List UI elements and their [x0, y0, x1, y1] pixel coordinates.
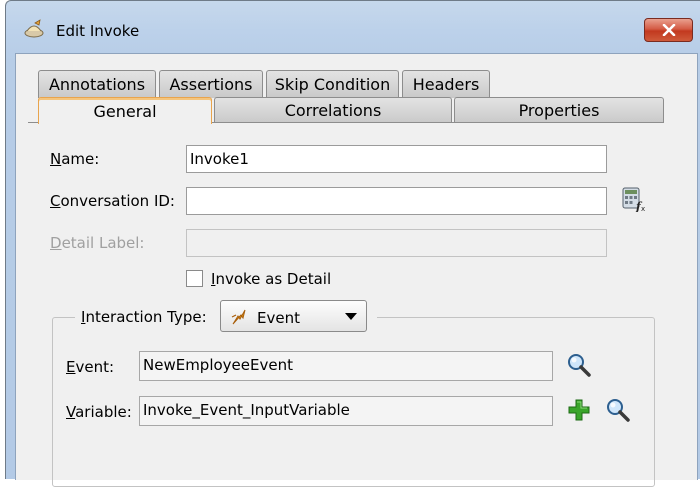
close-x-icon [662, 24, 675, 36]
tab-label: Annotations [48, 75, 146, 94]
detail-label-field [186, 229, 607, 257]
tab-label: Properties [518, 101, 600, 120]
variable-label: Variable: [66, 403, 132, 421]
tab-properties[interactable]: Properties [454, 97, 664, 123]
interaction-type-dropdown[interactable]: Event [220, 300, 367, 332]
invoke-as-detail-label: Invoke as Detail [211, 270, 332, 288]
detail-label-label: Detail Label: [50, 234, 145, 252]
event-label: Event: [66, 358, 115, 376]
close-button[interactable] [644, 18, 693, 42]
search-icon[interactable] [605, 397, 631, 423]
tab-label: Assertions [169, 75, 253, 94]
tab-label: Skip Condition [274, 75, 391, 94]
tab-skip-condition[interactable]: Skip Condition [266, 70, 399, 98]
event-field[interactable]: NewEmployeeEvent [139, 351, 553, 381]
conversation-id-field[interactable] [186, 187, 607, 215]
search-icon[interactable] [566, 352, 592, 378]
variable-field[interactable]: Invoke_Event_InputVariable [139, 396, 553, 426]
invoke-as-detail-checkbox[interactable] [186, 270, 203, 287]
expression-builder-icon[interactable]: f x [621, 186, 647, 212]
chevron-down-icon [345, 313, 357, 320]
name-label: Name: [50, 150, 100, 168]
tab-assertions[interactable]: Assertions [159, 70, 263, 98]
name-field[interactable]: Invoke1 [186, 145, 607, 173]
tab-headers[interactable]: Headers [402, 70, 490, 98]
interaction-type-label: Interaction Type: [81, 308, 207, 326]
tab-label: Correlations [284, 101, 382, 120]
tab-correlations[interactable]: Correlations [214, 97, 452, 123]
add-icon[interactable] [566, 397, 592, 423]
interaction-type-value: Event [257, 309, 300, 327]
conversation-id-label: Conversation ID: [50, 192, 175, 210]
tab-annotations[interactable]: Annotations [38, 70, 156, 98]
tab-general[interactable]: General [38, 97, 212, 124]
tab-label: General [93, 101, 157, 121]
window-title: Edit Invoke [56, 22, 140, 40]
tab-label: Headers [412, 75, 480, 94]
svg-text:x: x [641, 205, 645, 212]
event-lightning-icon [231, 309, 246, 325]
invoke-app-icon [24, 19, 44, 38]
